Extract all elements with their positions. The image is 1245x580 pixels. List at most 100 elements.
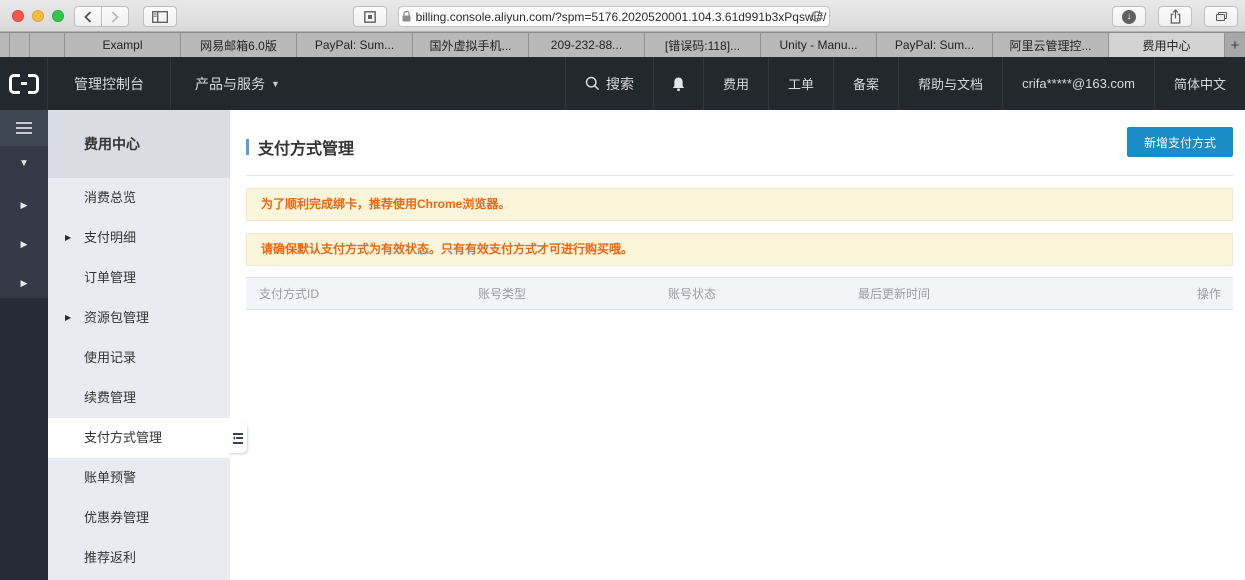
caret-down-icon: ▼ — [271, 78, 280, 89]
browser-tab-9[interactable]: Unity - Manu... — [761, 33, 877, 57]
rail-arrow-icon-1[interactable]: ▶ — [0, 200, 48, 211]
browser-tab-12[interactable]: 费用中心 — [1109, 33, 1225, 57]
tab-bar: Exampl 网易邮箱6.0版 PayPal: Sum... 国外虚拟手机... 209… — [0, 32, 1245, 57]
browser-tab-stub-2[interactable] — [30, 33, 65, 57]
tab-label: PayPal: Sum... — [314, 38, 395, 52]
bell-icon — [672, 76, 685, 91]
page-title-wrap: 支付方式管理 — [246, 135, 354, 159]
language-label: 简体中文 — [1173, 77, 1226, 92]
sidebar-item-2[interactable]: 订单管理 — [48, 258, 230, 298]
nav-item-label: 费用 — [723, 77, 750, 92]
nav-account[interactable]: crifa*****@163.com — [1002, 57, 1154, 110]
browser-tab-stub-1[interactable] — [10, 33, 30, 57]
new-tab-button[interactable]: + — [1225, 33, 1245, 57]
sidebar-item-8[interactable]: 优惠券管理 — [48, 498, 230, 538]
browser-tab-5[interactable]: PayPal: Sum... — [297, 33, 413, 57]
browser-tab-10[interactable]: PayPal: Sum... — [877, 33, 993, 57]
tab-label: PayPal: Sum... — [894, 38, 975, 52]
nav-item-2[interactable]: 备案 — [833, 57, 898, 110]
nav-language[interactable]: 简体中文 — [1153, 57, 1245, 110]
sidebar-icon — [152, 10, 168, 23]
extension-button[interactable] — [353, 6, 387, 27]
tab-label: 阿里云管理控... — [1009, 38, 1092, 53]
nav-notifications[interactable] — [653, 57, 703, 110]
rail-arrow-icon-2[interactable]: ▶ — [0, 239, 48, 250]
downloads-button[interactable]: ↓ — [1112, 6, 1146, 27]
sidebar-collapse-handle[interactable] — [228, 423, 247, 453]
zoom-window-button[interactable] — [52, 10, 64, 22]
notice-valid-payment: 请确保默认支付方式为有效状态。只有有效支付方式才可进行购买哦。 — [246, 233, 1233, 266]
forward-button[interactable] — [101, 6, 129, 27]
browser-window: billing.console.aliyun.com/?spm=5176.202… — [0, 0, 1245, 580]
main-content: 支付方式管理 新增支付方式 为了顺利完成绑卡，推荐使用Chrome浏览器。 请确… — [230, 110, 1245, 580]
browser-tab-4[interactable]: 网易邮箱6.0版 — [181, 33, 297, 57]
browser-tab-7[interactable]: 209-232-88... — [529, 33, 645, 57]
aliyun-logo[interactable] — [0, 57, 48, 110]
sidebar-item-6[interactable]: 支付方式管理 — [48, 418, 247, 458]
nav-console-link[interactable]: 管理控制台 — [48, 57, 171, 110]
sidebar-item-label: 支付方式管理 — [84, 430, 163, 445]
nav-item-3[interactable]: 帮助与文档 — [898, 57, 1002, 110]
download-icon: ↓ — [1122, 9, 1136, 24]
icon-rail: ▼ ▶ ▶ ▶ — [0, 110, 48, 580]
window-controls — [12, 10, 64, 22]
sidebar-item-label: 优惠券管理 — [84, 510, 150, 525]
expand-arrow-icon: ▶ — [65, 233, 72, 242]
nav-item-1[interactable]: 工单 — [768, 57, 833, 110]
browser-tab-6[interactable]: 国外虚拟手机... — [413, 33, 529, 57]
close-window-button[interactable] — [12, 10, 24, 22]
tabs-container: Exampl 网易邮箱6.0版 PayPal: Sum... 国外虚拟手机... 209… — [0, 33, 1225, 57]
sidebar-item-3[interactable]: ▶ 资源包管理 — [48, 298, 230, 338]
sidebar-item-4[interactable]: 使用记录 — [48, 338, 230, 378]
tab-overview-icon — [1215, 12, 1227, 21]
search-icon — [585, 76, 600, 91]
nav-products-label: 产品与服务 — [195, 75, 265, 92]
nav-menu-items: 费用 工单 备案 帮助与文档 — [703, 57, 1002, 110]
sidebar-menu: 消费总览 ▶ 支付明细订单管理 ▶ 资源包管理 使用记录 续费管理支付方式管理账单预警优惠券… — [48, 178, 247, 580]
sidebar-item-label: 消费总览 — [84, 190, 137, 205]
tab-overview-button[interactable] — [1204, 6, 1238, 27]
tab-label: [错误码:118]... — [664, 38, 741, 53]
url-text: billing.console.aliyun.com/?spm=5176.202… — [415, 9, 827, 24]
reload-icon — [811, 10, 823, 22]
sidebar-item-5[interactable]: 续费管理 — [48, 378, 230, 418]
add-payment-method-button[interactable]: 新增支付方式 — [1126, 127, 1233, 157]
reload-button[interactable] — [810, 10, 823, 23]
sidebar-item-7[interactable]: 账单预警 — [48, 458, 230, 498]
back-button[interactable] — [74, 6, 102, 27]
nav-item-label: 帮助与文档 — [918, 77, 984, 92]
nav-console-label: 管理控制台 — [74, 75, 144, 92]
tab-label: 国外虚拟手机... — [429, 38, 512, 53]
nav-search-label: 搜索 — [606, 75, 634, 92]
minimize-window-button[interactable] — [32, 10, 44, 22]
address-bar[interactable]: billing.console.aliyun.com/?spm=5176.202… — [398, 6, 830, 27]
nav-search[interactable]: 搜索 — [565, 57, 653, 110]
browser-tab-3[interactable]: Exampl — [65, 33, 181, 57]
sidebar-item-label: 订单管理 — [84, 270, 137, 285]
table-header-0: 支付方式ID — [259, 287, 320, 301]
sidebar-item-1[interactable]: ▶ 支付明细 — [48, 218, 230, 258]
table-header-row: 支付方式ID 账号类型 账号状态 最后更新时间 操作 — [246, 277, 1233, 310]
table-header-2: 账号状态 — [668, 287, 717, 301]
sidebar-toggle-button[interactable] — [143, 6, 177, 27]
sidebar-item-9[interactable]: 推荐返利 — [48, 538, 230, 578]
hamburger-icon — [16, 122, 32, 124]
share-button[interactable] — [1158, 6, 1192, 27]
rail-caret-down-icon[interactable]: ▼ — [0, 158, 48, 169]
nav-item-0[interactable]: 费用 — [703, 57, 768, 110]
tab-label: Unity - Manu... — [779, 38, 858, 52]
table-header-4: 操作 — [1196, 287, 1221, 301]
lock-icon — [402, 11, 411, 22]
browser-tab-stub-0[interactable] — [0, 33, 10, 57]
app-body: ▼ ▶ ▶ ▶ 费用中心 消费总览 ▶ 支付明细 订单管理 ▶ 资源包管理 使用记录 续费管理… — [0, 110, 1245, 580]
browser-tab-8[interactable]: [错误码:118]... — [645, 33, 761, 57]
browser-tab-11[interactable]: 阿里云管理控... — [993, 33, 1109, 57]
nav-products-dropdown[interactable]: 产品与服务 ▼ — [171, 57, 304, 110]
sidebar-item-0[interactable]: 消费总览 — [48, 178, 230, 218]
tab-label: 网易邮箱6.0版 — [200, 38, 277, 53]
rail-menu-button[interactable] — [0, 110, 48, 146]
aliyun-top-nav: 管理控制台 产品与服务 ▼ 搜索 费用 工单 备案 帮助与文档 crifa*****@… — [0, 57, 1245, 110]
rail-arrow-icon-3[interactable]: ▶ — [0, 278, 48, 289]
chevron-left-icon — [84, 10, 92, 23]
